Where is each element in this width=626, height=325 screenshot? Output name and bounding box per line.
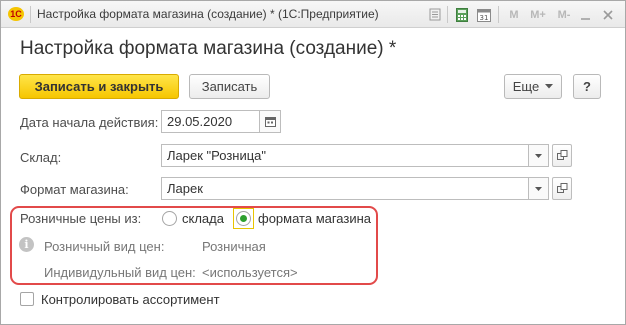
warehouse-value: Ларек "Розница" <box>167 148 267 163</box>
app-logo-icon[interactable]: 1С <box>8 7 24 21</box>
control-assortment-checkbox[interactable] <box>20 292 34 306</box>
open-form-icon <box>556 183 567 193</box>
calendar-day-text: 31 <box>480 14 489 22</box>
radio-warehouse-label[interactable]: склада <box>182 211 224 226</box>
radio-warehouse[interactable] <box>162 211 177 226</box>
chevron-down-icon <box>545 84 554 89</box>
title-separator <box>30 6 31 23</box>
radio-store-format-label[interactable]: формата магазина <box>258 211 371 226</box>
store-format-field[interactable]: Ларек <box>161 177 549 200</box>
help-button[interactable]: ? <box>573 74 601 99</box>
memory-m-button[interactable]: M <box>505 6 523 23</box>
individual-price-type-label: Индивидульный вид цен: <box>44 265 196 280</box>
store-format-open-button[interactable] <box>552 177 572 200</box>
calendar-icon <box>264 117 276 127</box>
info-icon: i <box>19 237 34 252</box>
warehouse-field[interactable]: Ларек "Розница" <box>161 144 549 167</box>
retail-price-type-label: Розничный вид цен: <box>44 239 165 254</box>
more-label: Еще <box>512 79 540 94</box>
chevron-down-icon <box>535 153 542 158</box>
warehouse-dropdown-button[interactable] <box>528 145 548 166</box>
close-icon[interactable] <box>599 6 617 23</box>
store-format-value: Ларек <box>167 181 203 196</box>
page-title: Настройка формата магазина (создание) * <box>20 38 397 59</box>
open-form-icon <box>556 150 567 160</box>
retail-price-type-value: Розничная <box>202 239 266 254</box>
calendar-icon[interactable]: 31 <box>475 6 493 23</box>
save-and-close-button[interactable]: Записать и закрыть <box>19 74 179 99</box>
start-date-label: Дата начала действия: <box>20 115 159 130</box>
store-format-dropdown-button[interactable] <box>528 178 548 199</box>
control-assortment-label[interactable]: Контролировать ассортимент <box>41 292 220 307</box>
calculator-icon[interactable] <box>453 6 471 23</box>
start-date-value: 29.05.2020 <box>167 114 233 129</box>
warehouse-label: Склад: <box>20 150 62 165</box>
warehouse-open-button[interactable] <box>552 144 572 167</box>
window-title: Настройка формата магазина (создание) * … <box>37 7 379 21</box>
toolbar-separator <box>447 6 448 23</box>
retail-prices-label: Розничные цены из: <box>20 211 142 226</box>
more-menu-button[interactable]: Еще <box>504 74 562 99</box>
memory-minus-button[interactable]: M- <box>555 6 573 23</box>
individual-price-type-value: <используется> <box>202 265 298 280</box>
save-button[interactable]: Записать <box>189 74 270 99</box>
radio-store-format[interactable] <box>236 211 251 226</box>
memory-plus-button[interactable]: M+ <box>529 6 547 23</box>
calendar-picker-button[interactable] <box>259 111 280 132</box>
start-date-field[interactable]: 29.05.2020 <box>161 110 281 133</box>
document-icon[interactable] <box>426 6 444 23</box>
store-format-label: Формат магазина: <box>20 182 129 197</box>
form-window: 1С Настройка формата магазина (создание)… <box>0 0 626 325</box>
minimize-icon[interactable] <box>577 6 595 23</box>
title-bar: 1С Настройка формата магазина (создание)… <box>1 1 625 28</box>
chevron-down-icon <box>535 186 542 191</box>
toolbar-separator <box>498 6 499 23</box>
